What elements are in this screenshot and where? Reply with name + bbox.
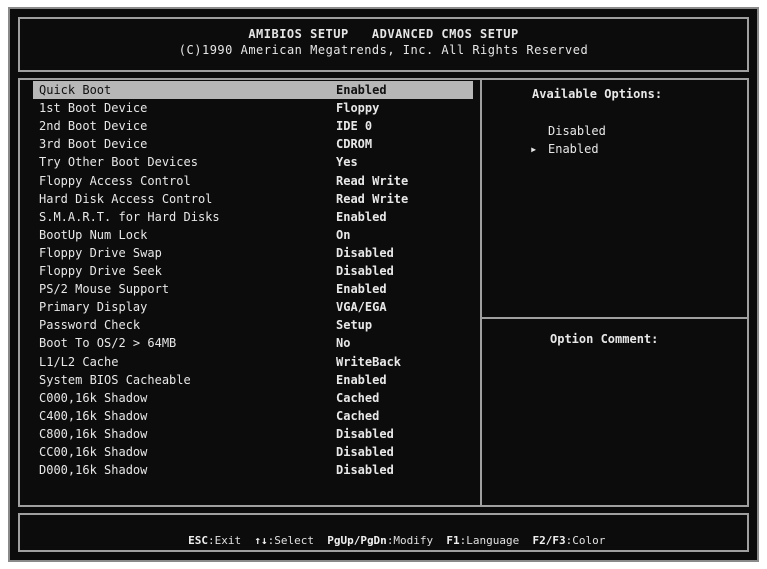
setting-value[interactable]: Cached [336,389,379,407]
setting-value[interactable]: Read Write [336,172,408,190]
setting-value[interactable]: Enabled [336,81,387,99]
setting-row[interactable]: CC00,16k Shadow Disabled [33,443,473,461]
setting-label: Floppy Drive Swap [39,245,162,260]
setting-row[interactable]: Floppy Access Control Read Write [33,172,473,190]
setting-value[interactable]: No [336,334,350,352]
side-divider [481,317,748,319]
selected-marker-icon: ▸ [530,142,538,156]
setting-row[interactable]: BootUp Num Lock On [33,226,473,244]
esc-label: :Exit [207,534,242,547]
setting-row[interactable]: System BIOS Cacheable Enabled [33,371,473,389]
setting-label: Quick Boot [39,83,112,97]
setting-value[interactable]: Floppy [336,99,379,117]
setting-value[interactable]: On [336,226,350,244]
color-label: :Color [565,534,606,547]
setting-row[interactable]: Hard Disk Access Control Read Write [33,190,473,208]
setting-row[interactable]: C000,16k Shadow Cached [33,389,473,407]
setting-row[interactable]: Boot To OS/2 > 64MB No [33,334,473,352]
select-key: ↑↓ [254,534,268,547]
setting-value[interactable]: WriteBack [336,353,401,371]
setting-value[interactable]: Cached [336,407,379,425]
setting-value[interactable]: Disabled [336,262,394,280]
setting-value[interactable]: Setup [336,316,372,334]
panel-divider [480,79,482,506]
language-key: F1 [446,534,460,547]
setting-row[interactable]: Try Other Boot Devices Yes [33,153,473,171]
setting-label: L1/L2 Cache [39,354,119,369]
setting-label: C800,16k Shadow [39,426,148,441]
header-copyright: (C)1990 American Megatrends, Inc. All Ri… [178,43,589,57]
setting-label: 1st Boot Device [39,101,148,116]
setting-label: S.M.A.R.T. for Hard Disks [39,209,220,224]
setting-label: C000,16k Shadow [39,390,148,405]
setting-label: BootUp Num Lock [39,227,148,242]
setting-row[interactable]: Floppy Drive Swap Disabled [33,244,473,262]
setting-label: Try Other Boot Devices [39,155,198,170]
modify-label: :Modify [386,534,434,547]
setting-value[interactable]: Yes [336,153,358,171]
setting-label: Primary Display [39,300,148,315]
setting-label: System BIOS Cacheable [39,372,191,387]
setting-label: PS/2 Mouse Support [39,282,170,297]
setting-label: CC00,16k Shadow [39,445,148,459]
setting-label: Floppy Drive Seek [39,264,162,278]
setting-row[interactable]: 1st Boot Device Floppy [33,99,473,117]
setting-row[interactable]: S.M.A.R.T. for Hard Disks Enabled [33,208,473,226]
setting-label: Floppy Access Control [39,173,191,188]
setting-value[interactable]: Disabled [336,244,394,262]
option-enabled[interactable]: Enabled [548,142,599,156]
setting-row[interactable]: Password Check Setup [33,316,473,334]
color-key: F2/F3 [532,534,566,547]
language-label: :Language [459,534,520,547]
modify-key: PgUp/PgDn [327,534,387,547]
setting-label: D000,16k Shadow [39,463,148,478]
setting-label: 2nd Boot Device [39,119,148,134]
setting-value[interactable]: VGA/EGA [336,298,387,316]
setting-label: Password Check [39,318,141,333]
setting-value[interactable]: Enabled [336,371,387,389]
option-disabled[interactable]: Disabled [548,124,606,138]
setting-row[interactable]: C800,16k Shadow Disabled [33,425,473,443]
setting-value[interactable]: Read Write [336,190,408,208]
setting-row[interactable]: Quick Boot Enabled [33,81,473,99]
setting-label: Boot To OS/2 > 64MB [39,336,177,351]
setting-value[interactable]: Enabled [336,280,387,298]
setting-value[interactable]: CDROM [336,135,372,153]
select-label: :Select [267,534,314,547]
setting-label: 3rd Boot Device [39,137,148,152]
option-comment-title: Option Comment: [550,332,659,346]
setting-row[interactable]: C400,16k Shadow Cached [33,407,473,425]
setting-value[interactable]: Disabled [336,443,394,461]
key-help: ESC:Exit ↑↓:Select PgUp/PgDn:Modify F1:L… [10,521,757,560]
setting-value[interactable]: IDE 0 [336,117,372,135]
header-title: AMIBIOS SETUP ADVANCED CMOS SETUP [248,27,519,41]
setting-value[interactable]: Disabled [336,461,394,479]
setting-label: Hard Disk Access Control [39,191,213,206]
setting-value[interactable]: Enabled [336,208,387,226]
setting-row[interactable]: D000,16k Shadow Disabled [33,461,473,479]
setting-row[interactable]: 3rd Boot Device CDROM [33,135,473,153]
bios-screen: AMIBIOS SETUP ADVANCED CMOS SETUP (C)199… [8,7,759,562]
setting-value[interactable]: Disabled [336,425,394,443]
setting-row[interactable]: Floppy Drive Seek Disabled [33,262,473,280]
setting-label: C400,16k Shadow [39,408,148,423]
setting-row[interactable]: L1/L2 Cache WriteBack [33,353,473,371]
esc-key: ESC [188,534,208,547]
setting-row[interactable]: Primary Display VGA/EGA [33,298,473,316]
setting-row[interactable]: 2nd Boot Device IDE 0 [33,117,473,135]
available-options-title: Available Options: [532,87,663,101]
setting-row[interactable]: PS/2 Mouse Support Enabled [33,280,473,298]
